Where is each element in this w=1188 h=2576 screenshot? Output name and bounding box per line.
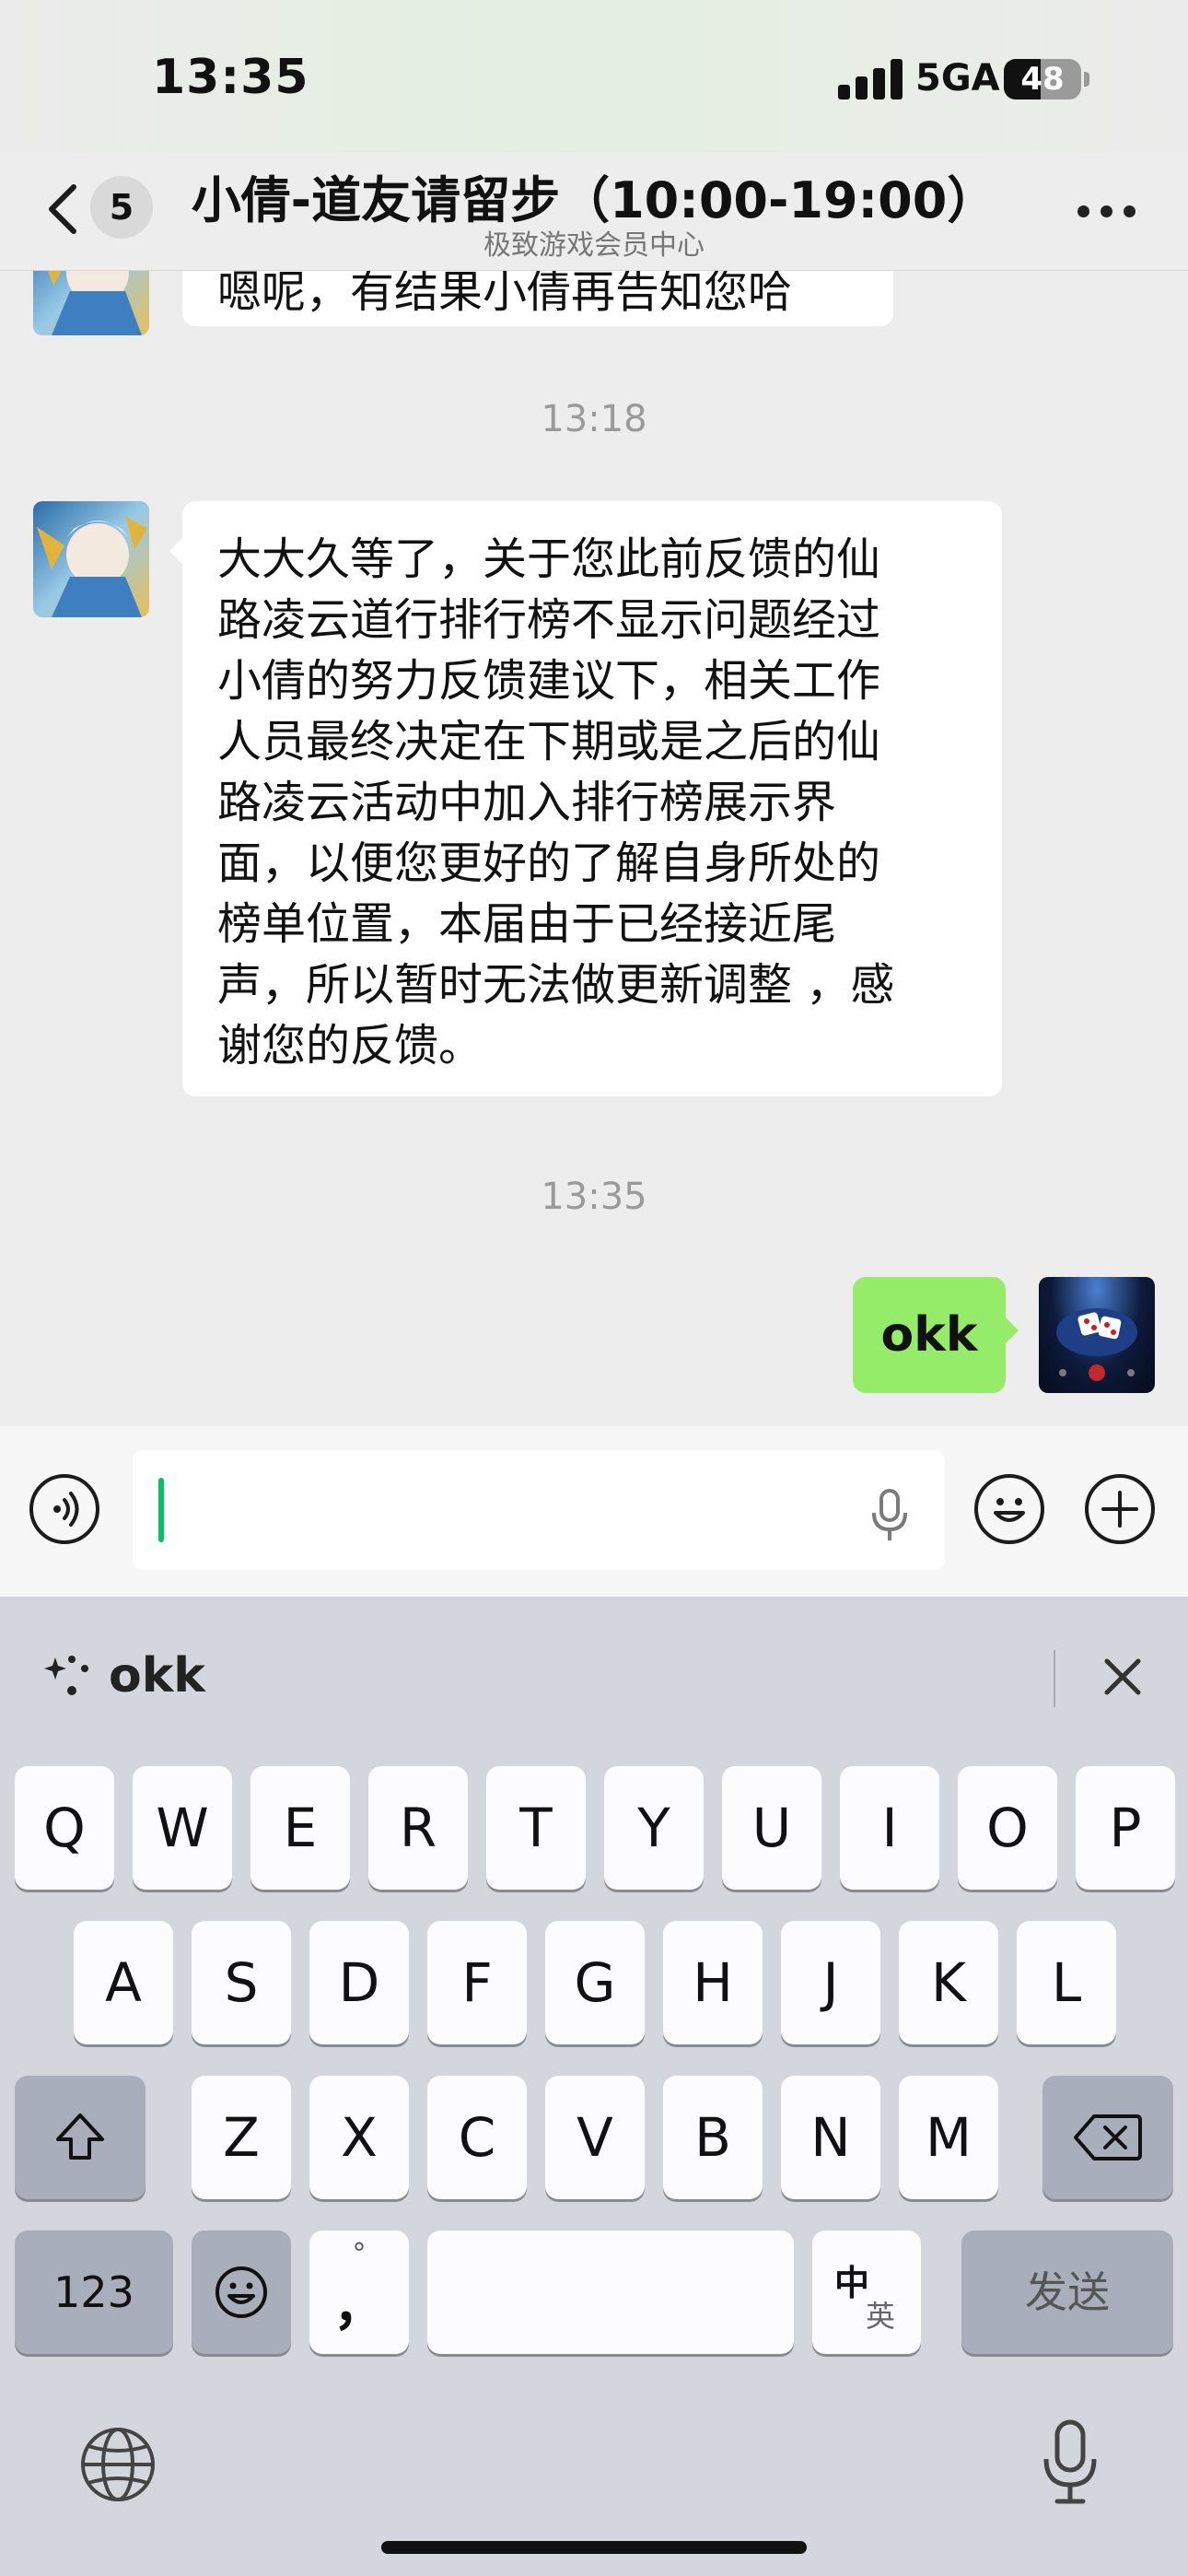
backspace-icon <box>1074 2114 1142 2160</box>
contact-avatar-image <box>37 516 147 617</box>
key-d[interactable]: D <box>309 1921 409 2044</box>
key-f[interactable]: F <box>427 1921 527 2044</box>
voice-mode-icon[interactable] <box>29 1474 99 1544</box>
ios-keyboard: okk Q W E R T Y U I O P A S D F G H J K … <box>0 1597 1188 2576</box>
message-line: 声，所以暂时无法做更新调整 ，感 <box>217 959 895 1011</box>
numbers-key[interactable]: 123 <box>15 2231 173 2354</box>
key-j[interactable]: J <box>781 1921 880 2044</box>
key-n[interactable]: N <box>781 2076 880 2199</box>
battery-level: 48 <box>1020 61 1065 98</box>
key-e[interactable]: E <box>250 1766 350 1890</box>
key-h[interactable]: H <box>663 1921 763 2044</box>
message-bubble-incoming[interactable]: 大大久等了，关于您此前反馈的仙 路凌云道行排行榜不显示问题经过 小倩的努力反馈建… <box>169 501 1002 1096</box>
suggestion-divider <box>1054 1650 1055 1707</box>
key-u[interactable]: U <box>722 1766 821 1890</box>
shift-key[interactable] <box>15 2076 146 2199</box>
punctuation-key[interactable]: ° ， <box>309 2231 409 2354</box>
message-bubble-incoming[interactable]: 嗯呢，有结果小倩再告知您哈 <box>182 271 893 326</box>
battery-icon: 48 <box>1004 59 1081 100</box>
message-timestamp: 13:18 <box>541 398 647 440</box>
key-r[interactable]: R <box>368 1766 468 1890</box>
key-k[interactable]: K <box>899 1921 998 2044</box>
key-c[interactable]: C <box>427 2076 527 2199</box>
language-switch-key[interactable]: 中 英 <box>812 2231 921 2354</box>
voice-wave-icon <box>53 1492 79 1527</box>
contact-avatar[interactable] <box>33 271 149 335</box>
key-q[interactable]: Q <box>15 1766 114 1890</box>
unread-count-badge[interactable]: 5 <box>90 176 153 239</box>
key-z[interactable]: Z <box>192 2076 291 2199</box>
predictive-suggestion[interactable]: okk <box>109 1648 205 1704</box>
key-s[interactable]: S <box>192 1921 291 2044</box>
contact-avatar[interactable] <box>33 501 149 617</box>
punctuation-main: ， <box>333 2277 385 2337</box>
key-l[interactable]: L <box>1017 1921 1116 2044</box>
shift-arrow-icon <box>56 2113 104 2160</box>
send-key[interactable]: 发送 <box>961 2231 1173 2354</box>
key-i[interactable]: I <box>840 1766 939 1890</box>
add-attachment-icon[interactable] <box>1085 1474 1155 1544</box>
plus-icon <box>1101 1491 1138 1528</box>
status-time: 13:35 <box>152 50 309 105</box>
smiley-icon <box>994 1498 1025 1522</box>
message-line: 小倩的努力反馈建议下，相关工作 <box>217 655 881 707</box>
self-avatar[interactable] <box>1039 1277 1155 1393</box>
message-line: 路凌云道行排行榜不显示问题经过 <box>217 594 881 646</box>
key-m[interactable]: M <box>899 2076 998 2199</box>
chat-subtitle: 极致游戏会员中心 <box>483 229 705 262</box>
message-bubble-outgoing[interactable]: okk <box>853 1277 1019 1393</box>
globe-icon[interactable] <box>79 2426 157 2503</box>
space-key[interactable] <box>427 2231 794 2354</box>
key-x[interactable]: X <box>309 2076 409 2199</box>
key-p[interactable]: P <box>1076 1766 1175 1890</box>
message-text: okk <box>880 1307 978 1363</box>
cellular-signal-icon <box>838 59 904 100</box>
key-y[interactable]: Y <box>604 1766 704 1890</box>
chat-input-bar <box>0 1426 1188 1597</box>
chat-header: 5 小倩-道友请留步（10:00-19:00） 极致游戏会员中心 <box>0 152 1188 271</box>
message-text: 大大久等了，关于您此前反馈的仙 路凌云道行排行榜不显示问题经过 小倩的努力反馈建… <box>217 529 894 1076</box>
key-g[interactable]: G <box>545 1921 645 2044</box>
message-input[interactable] <box>133 1450 945 1570</box>
message-line: 榜单位置，本届由于已经接近尾 <box>217 898 837 950</box>
battery-tip <box>1084 72 1089 87</box>
emoji-icon[interactable] <box>974 1474 1044 1544</box>
microphone-icon[interactable] <box>869 1489 910 1542</box>
message-list[interactable]: 嗯呢，有结果小倩再告知您哈 13:18 大大久等了，关于您此前反馈的仙 路凌云道… <box>0 271 1188 1426</box>
message-timestamp: 13:35 <box>541 1176 647 1218</box>
emoji-key[interactable] <box>192 2231 291 2354</box>
backspace-key[interactable] <box>1042 2076 1173 2199</box>
emoji-key-icon <box>215 2266 267 2318</box>
message-text: 嗯呢，有结果小倩再告知您哈 <box>217 271 793 318</box>
key-o[interactable]: O <box>958 1766 1057 1890</box>
close-icon[interactable] <box>1098 1652 1147 1702</box>
dictation-microphone-icon[interactable] <box>1039 2418 1101 2507</box>
message-line: 面，以便您更好的了解自身所处的 <box>217 837 881 889</box>
home-indicator[interactable] <box>381 2541 807 2554</box>
key-b[interactable]: B <box>663 2076 763 2199</box>
key-a[interactable]: A <box>74 1921 173 2044</box>
key-v[interactable]: V <box>545 2076 645 2199</box>
language-english: 英 <box>866 2299 896 2334</box>
message-line: 人员最终决定在下期或是之后的仙 <box>217 716 881 767</box>
message-line: 大大久等了，关于您此前反馈的仙 <box>217 533 881 585</box>
text-caret <box>158 1478 164 1542</box>
key-t[interactable]: T <box>486 1766 586 1890</box>
dice-avatar-image <box>1056 1308 1137 1381</box>
language-chinese: 中 <box>834 2263 870 2303</box>
ai-sparkle-icon <box>44 1656 88 1695</box>
key-w[interactable]: W <box>133 1766 232 1890</box>
network-type: 5GA <box>915 57 1000 100</box>
back-arrow-icon[interactable] <box>41 180 87 239</box>
message-line: 路凌云活动中加入排行榜展示界 <box>217 777 837 828</box>
more-options-icon[interactable] <box>1077 205 1136 218</box>
message-line: 谢您的反馈。 <box>217 1020 483 1071</box>
contact-avatar-image <box>47 271 142 335</box>
status-bar: 13:35 5GA 48 <box>0 0 1188 152</box>
